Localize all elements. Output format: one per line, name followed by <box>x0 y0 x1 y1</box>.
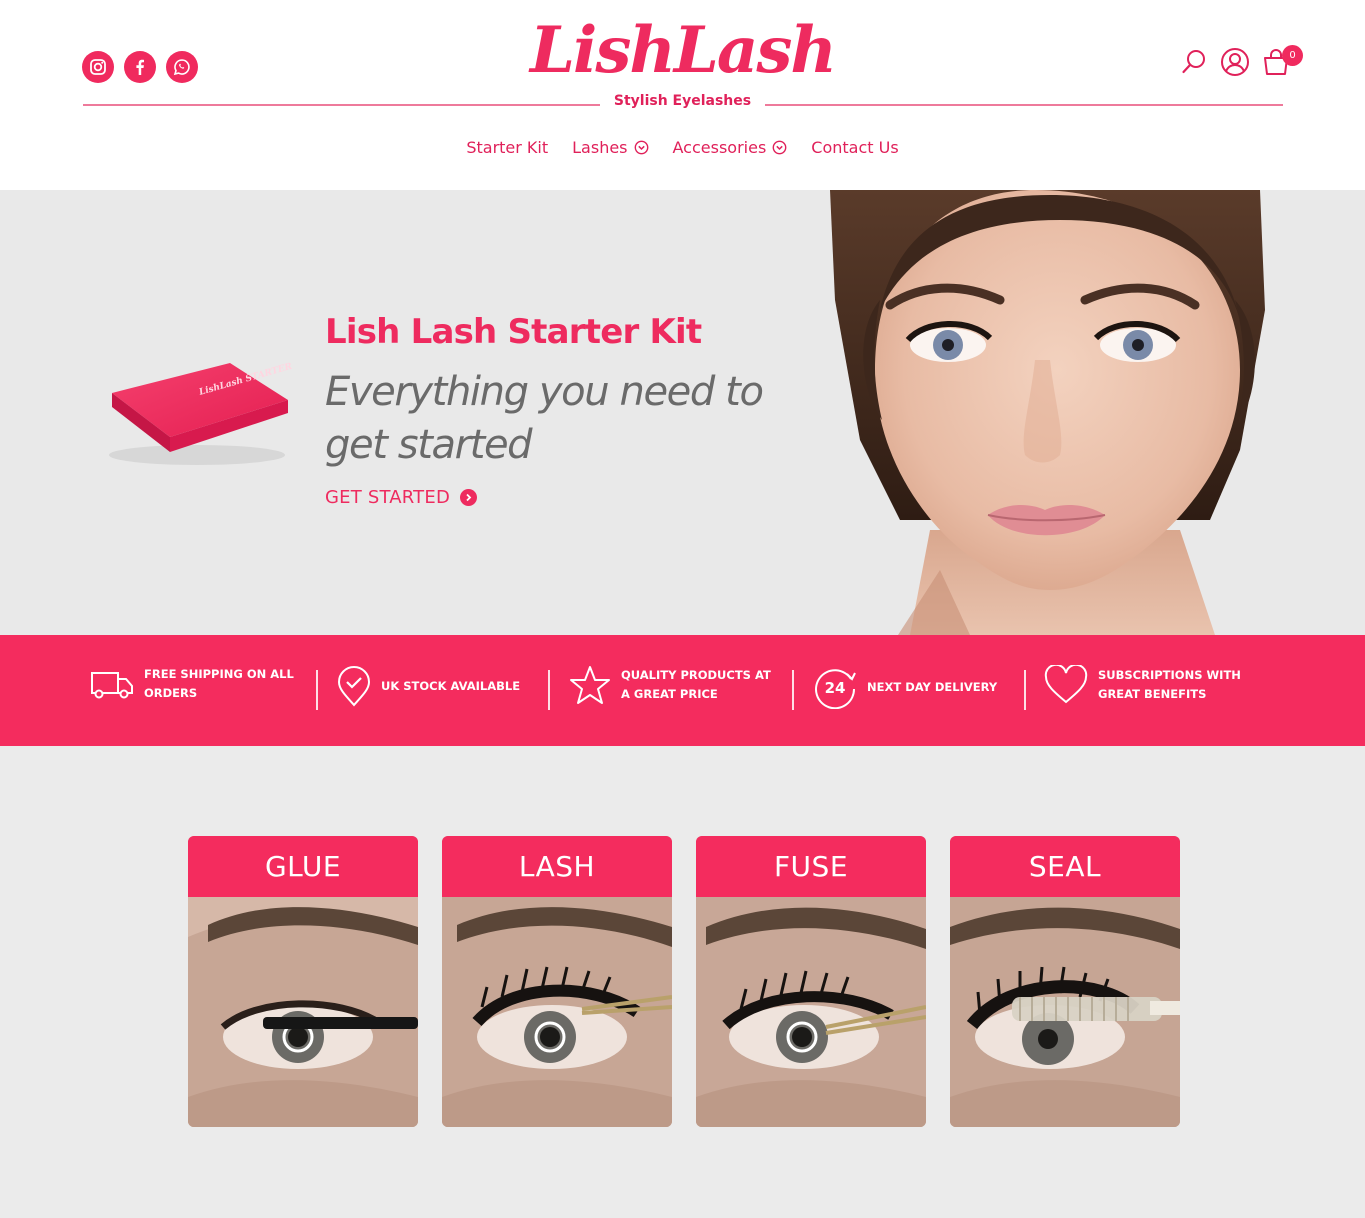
hero-subtitle: Everything you need to get started <box>325 369 764 468</box>
benefit-quality: QUALITY PRODUCTS AT A GREAT PRICE <box>569 665 781 705</box>
eye-tweezer-lash-photo <box>442 897 672 1127</box>
nav-item-label: Lashes <box>572 138 628 157</box>
nav-item-contact-us[interactable]: Contact Us <box>811 138 898 157</box>
step-card-lash[interactable]: LASH <box>442 836 672 1127</box>
main-nav: Starter Kit Lashes Accessories Contact U… <box>0 138 1365 157</box>
site-header: LishLash Stylish Eyelashes 0 Starter Kit… <box>0 0 1365 190</box>
benefit-text: NEXT DAY DELIVERY <box>867 679 998 694</box>
nav-item-lashes[interactable]: Lashes <box>572 138 648 157</box>
benefits-band: FREE SHIPPING ON ALL ORDERS UK STOCK AVA… <box>0 635 1365 746</box>
hero-title: Lish Lash Starter Kit <box>325 312 702 352</box>
benefit-text: UK STOCK AVAILABLE <box>381 678 521 693</box>
benefit-divider <box>548 670 550 710</box>
benefit-text: FREE SHIPPING ON ALL ORDERS <box>144 667 294 700</box>
brand-logo[interactable]: LishLash <box>0 10 1365 92</box>
truck-icon <box>91 672 133 699</box>
benefit-subscriptions: SUBSCRIPTIONS WITH GREAT BENEFITS <box>1044 665 1258 705</box>
nav-item-label: Accessories <box>672 138 767 157</box>
step-label: FUSE <box>696 836 926 897</box>
model-face-image <box>830 190 1265 635</box>
benefit-free-shipping: FREE SHIPPING ON ALL ORDERS <box>90 665 304 703</box>
cart-icon[interactable]: 0 <box>1260 45 1303 78</box>
eye-seal-brush-photo <box>950 897 1180 1127</box>
header-actions: 0 <box>1178 45 1303 78</box>
star-icon <box>570 666 610 704</box>
eye-mascara-photo <box>188 897 418 1127</box>
benefit-divider <box>1024 670 1026 710</box>
nav-item-label: Starter Kit <box>466 138 549 157</box>
brand-tagline: Stylish Eyelashes <box>613 93 752 109</box>
cta-label: GET STARTED <box>325 487 451 508</box>
step-label: GLUE <box>188 836 418 897</box>
step-label: LASH <box>442 836 672 897</box>
check-badge-icon <box>337 666 371 707</box>
benefit-uk-stock: UK STOCK AVAILABLE <box>337 665 541 707</box>
chevron-down-icon <box>634 140 648 155</box>
cart-count-badge: 0 <box>1282 45 1303 66</box>
get-started-button[interactable]: GET STARTED <box>325 487 478 508</box>
hero-banner: LishLash STARTER PACK Lish Lash Starter … <box>0 190 1365 635</box>
account-icon[interactable] <box>1219 46 1251 78</box>
benefit-text: SUBSCRIPTIONS WITH GREAT BENEFITS <box>1098 668 1241 701</box>
benefit-divider <box>316 670 318 710</box>
starter-pack-box-image: LishLash STARTER PACK <box>102 353 325 480</box>
benefit-divider <box>792 670 794 710</box>
benefit-text: QUALITY PRODUCTS AT A GREAT PRICE <box>621 668 771 701</box>
benefit-next-day: 24 NEXT DAY DELIVERY <box>813 665 1027 709</box>
nav-item-accessories[interactable]: Accessories <box>673 138 788 157</box>
chevron-down-icon <box>772 140 787 155</box>
24-hour-icon: 24 <box>815 669 856 709</box>
step-card-seal[interactable]: SEAL <box>950 836 1180 1127</box>
nav-item-starter-kit[interactable]: Starter Kit <box>466 138 548 157</box>
eye-fuse-photo <box>696 897 926 1127</box>
step-card-fuse[interactable]: FUSE <box>696 836 926 1127</box>
step-label: SEAL <box>950 836 1180 897</box>
24-hour-icon-text: 24 <box>825 679 846 697</box>
chevron-right-icon <box>460 489 478 506</box>
step-card-glue[interactable]: GLUE <box>188 836 418 1127</box>
heart-icon <box>1044 665 1088 704</box>
search-icon[interactable] <box>1178 46 1210 78</box>
header-rule-right <box>765 104 1283 106</box>
application-steps: GLUE LASH FUSE SEAL <box>188 836 1180 1127</box>
nav-item-label: Contact Us <box>811 138 899 157</box>
